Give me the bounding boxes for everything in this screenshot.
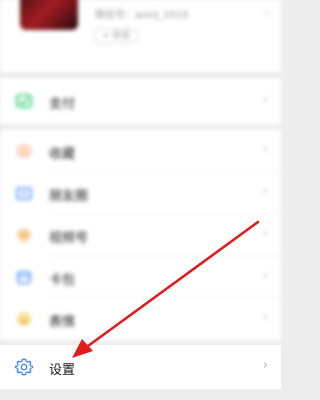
pay-icon <box>14 91 34 111</box>
menu-group-pay: 支付 › <box>0 78 281 124</box>
chevron-right-icon: › <box>262 142 268 157</box>
channels-icon <box>14 225 34 245</box>
chevron-right-icon: › <box>262 184 268 199</box>
menu-item-label: 视频号 <box>49 231 89 246</box>
menu-item-channels[interactable]: 视频号 › <box>0 214 281 256</box>
menu-group-main: 收藏 › 朋友圈 › 视频号 › 卡包 › 表情 › <box>0 130 281 340</box>
gear-icon <box>14 357 34 377</box>
menu-item-moments[interactable]: 朋友圈 › <box>0 172 281 214</box>
wechat-id: 微信号：wxid_2019 <box>95 10 189 21</box>
menu-item-label: 卡包 <box>49 273 76 288</box>
avatar[interactable] <box>20 0 78 30</box>
chevron-right-icon: › <box>262 310 268 325</box>
chevron-right-icon: › <box>264 6 269 20</box>
chevron-right-icon: › <box>262 358 268 373</box>
cards-icon <box>14 267 34 287</box>
moments-icon <box>14 183 34 203</box>
chevron-right-icon: › <box>262 92 268 107</box>
menu-item-stickers[interactable]: 表情 › <box>0 298 281 340</box>
stickers-icon <box>14 309 34 329</box>
favorites-icon <box>14 141 34 161</box>
menu-item-settings[interactable]: 设置 › <box>0 345 281 389</box>
status-button[interactable]: + 状态 <box>94 28 139 44</box>
chevron-right-icon: › <box>262 268 268 283</box>
menu-item-label: 表情 <box>49 315 76 330</box>
settings-label: 设置 <box>49 363 76 378</box>
menu-item-favorites[interactable]: 收藏 › <box>0 130 281 172</box>
chevron-right-icon: › <box>262 226 268 241</box>
menu-group-settings: 设置 › <box>0 345 281 389</box>
menu-item-pay[interactable]: 支付 › <box>0 78 281 124</box>
profile-header[interactable]: 微信号：wxid_2019 + 状态 › <box>0 0 281 72</box>
menu-item-label: 支付 <box>49 97 76 112</box>
menu-item-cards[interactable]: 卡包 › <box>0 256 281 298</box>
menu-item-label: 朋友圈 <box>49 189 89 204</box>
menu-item-label: 收藏 <box>49 147 76 162</box>
